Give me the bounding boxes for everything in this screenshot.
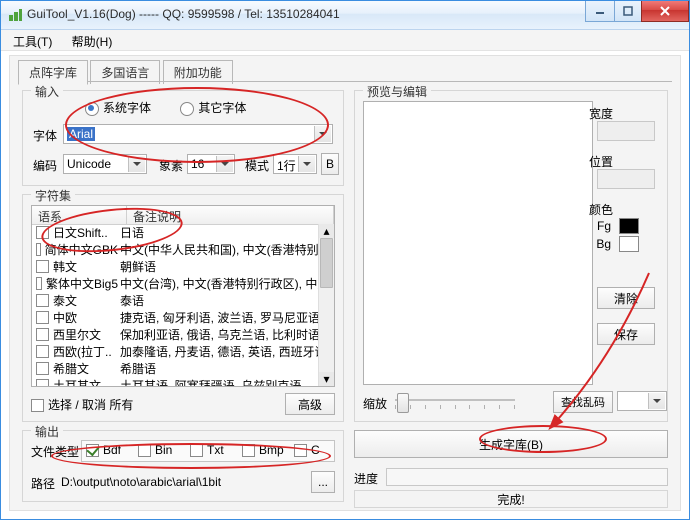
- titlebar[interactable]: GuiTool_V1.16(Dog) ----- QQ: 9599598 / T…: [1, 1, 689, 30]
- mode-label: 模式: [245, 157, 269, 174]
- scrollbar[interactable]: ▴▾: [318, 224, 334, 386]
- maximize-button[interactable]: [614, 1, 642, 22]
- close-button[interactable]: [641, 1, 689, 22]
- charset-list[interactable]: 语系 备注说明 日文Shift..日语简体中文GBK中文(中华人民共和国), 中…: [31, 205, 335, 387]
- pos-label: 位置: [589, 153, 613, 170]
- width-label: 宽度: [589, 105, 613, 122]
- find-button[interactable]: 查找乱码: [553, 391, 613, 413]
- window-title: GuiTool_V1.16(Dog) ----- QQ: 9599598 / T…: [27, 7, 340, 21]
- ft-bdf[interactable]: Bdf: [86, 443, 121, 457]
- radio-system-font[interactable]: 系统字体: [85, 101, 151, 115]
- ft-txt[interactable]: Txt: [190, 443, 224, 457]
- path-label: 路径: [31, 475, 55, 492]
- menubar: 工具(T) 帮助(H): [1, 30, 689, 51]
- status-text: 完成!: [354, 490, 668, 508]
- mode-combo[interactable]: 1行: [273, 154, 317, 174]
- advanced-button[interactable]: 高级: [285, 393, 335, 415]
- chevron-down-icon: [314, 126, 331, 142]
- table-row[interactable]: 日文Shift..日语: [32, 224, 319, 241]
- tab-dotfont[interactable]: 点阵字库: [18, 60, 88, 85]
- pixel-combo[interactable]: 16: [187, 154, 235, 174]
- zoom-label: 缩放: [363, 395, 387, 412]
- bold-button[interactable]: B: [321, 153, 339, 175]
- radio-other-font[interactable]: 其它字体: [180, 101, 246, 115]
- menu-help[interactable]: 帮助(H): [64, 30, 121, 53]
- encoding-combo[interactable]: Unicode: [63, 154, 147, 174]
- app-icon: [7, 7, 23, 23]
- group-output-caption: 输出: [31, 423, 63, 440]
- table-row[interactable]: 土耳其文土耳其语, 阿塞拜疆语, 乌兹别克语: [32, 377, 319, 386]
- table-row[interactable]: 希腊文希腊语: [32, 360, 319, 377]
- path-value: D:\output\noto\arabic\arial\1bit: [61, 475, 311, 489]
- ft-bin[interactable]: Bin: [138, 443, 172, 457]
- table-row[interactable]: 简体中文GBK中文(中华人民共和国), 中文(香港特别: [32, 241, 319, 258]
- filetype-label: 文件类型: [31, 443, 79, 460]
- progress-bar: [386, 468, 668, 486]
- fg-label: Fg: [597, 219, 611, 233]
- window: GuiTool_V1.16(Dog) ----- QQ: 9599598 / T…: [0, 0, 690, 520]
- group-input-caption: 输入: [31, 83, 63, 100]
- clear-button[interactable]: 清除: [597, 287, 655, 309]
- pos-value: [597, 169, 655, 189]
- filetype-box: Bdf Bin Txt Bmp C: [81, 440, 335, 462]
- col-note[interactable]: 备注说明: [127, 206, 334, 224]
- col-lang[interactable]: 语系: [32, 206, 127, 224]
- minimize-button[interactable]: [585, 1, 615, 22]
- browse-button[interactable]: ...: [311, 471, 335, 493]
- group-charset-caption: 字符集: [31, 187, 75, 204]
- pixel-label: 象素: [159, 157, 183, 174]
- client-area: 点阵字库 多国语言 附加功能 输入 系统字体 其它字体 字体 Arial 编码 …: [9, 55, 681, 511]
- table-row[interactable]: 繁体中文Big5中文(台湾), 中文(香港特别行政区), 中文: [32, 275, 319, 292]
- font-label: 字体: [33, 127, 57, 144]
- menu-tools[interactable]: 工具(T): [5, 30, 60, 53]
- bg-swatch[interactable]: [619, 236, 639, 252]
- table-row[interactable]: 西欧(拉丁..加泰隆语, 丹麦语, 德语, 英语, 西班牙语,: [32, 343, 319, 360]
- encoding-label: 编码: [33, 157, 57, 174]
- table-row[interactable]: 韩文朝鲜语: [32, 258, 319, 275]
- bg-label: Bg: [596, 237, 611, 251]
- group-charset: 字符集 语系 备注说明 日文Shift..日语简体中文GBK中文(中华人民共和国…: [22, 194, 344, 422]
- progress-label: 进度: [354, 470, 378, 487]
- ft-c[interactable]: C: [294, 443, 320, 457]
- save-button[interactable]: 保存: [597, 323, 655, 345]
- color-label: 颜色: [589, 201, 613, 218]
- table-row[interactable]: 西里尔文保加利亚语, 俄语, 乌克兰语, 比利时语,: [32, 326, 319, 343]
- group-input: 输入 系统字体 其它字体 字体 Arial 编码 Unicode 象素 16 模…: [22, 90, 344, 186]
- find-combo[interactable]: [617, 391, 667, 411]
- table-row[interactable]: 中欧捷克语, 匈牙利语, 波兰语, 罗马尼亚语,: [32, 309, 319, 326]
- group-preview-caption: 预览与编辑: [363, 83, 431, 100]
- zoom-slider[interactable]: [395, 391, 515, 409]
- group-preview: 预览与编辑 宽度 位置 颜色 Fg Bg 清除 保存 缩放: [354, 90, 668, 422]
- generate-button[interactable]: 生成字库(B): [354, 430, 668, 458]
- group-output: 输出 文件类型 Bdf Bin Txt Bmp C 路径 D:\output\n…: [22, 430, 344, 502]
- select-all-check[interactable]: 选择 / 取消 所有: [31, 396, 133, 413]
- preview-canvas[interactable]: [363, 101, 593, 385]
- fg-swatch[interactable]: [619, 218, 639, 234]
- width-value: [597, 121, 655, 141]
- table-row[interactable]: 泰文泰语: [32, 292, 319, 309]
- font-combo[interactable]: Arial: [63, 124, 333, 144]
- ft-bmp[interactable]: Bmp: [242, 443, 284, 457]
